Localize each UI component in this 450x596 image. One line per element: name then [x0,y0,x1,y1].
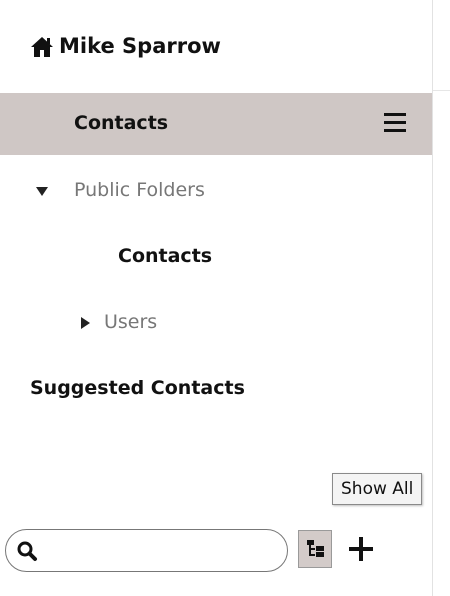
folder-label: Users [104,311,158,333]
folder-sidebar: Mike Sparrow Contacts Public Folders Con… [0,0,432,596]
folder-item-contacts[interactable]: Contacts [0,93,432,155]
account-name: Mike Sparrow [59,34,221,58]
folder-tree-icon [307,540,324,557]
folder-item-public-folders[interactable]: Public Folders [0,160,432,222]
search-icon [16,540,38,562]
show-all-tooltip: Show All [332,473,423,505]
add-folder-button[interactable] [345,533,377,565]
folder-item-users[interactable]: Users [0,292,432,354]
account-header[interactable]: Mike Sparrow [0,24,432,72]
home-icon [30,36,54,58]
hamburger-menu-icon[interactable] [384,113,406,133]
show-all-toggle-button[interactable] [298,530,332,568]
caret-right-icon[interactable] [81,317,90,329]
plus-icon-stroke [359,537,363,561]
folder-label: Suggested Contacts [30,377,245,399]
search-input[interactable] [46,536,276,566]
main-pane-header-line [433,90,450,91]
caret-down-icon[interactable] [36,187,48,196]
folder-label: Contacts [118,245,213,267]
folder-item-public-contacts[interactable]: Contacts [0,226,432,288]
folder-label: Contacts [74,112,169,134]
search-field[interactable] [5,529,288,572]
folder-item-suggested-contacts[interactable]: Suggested Contacts [0,358,432,420]
folder-label: Public Folders [74,179,205,201]
